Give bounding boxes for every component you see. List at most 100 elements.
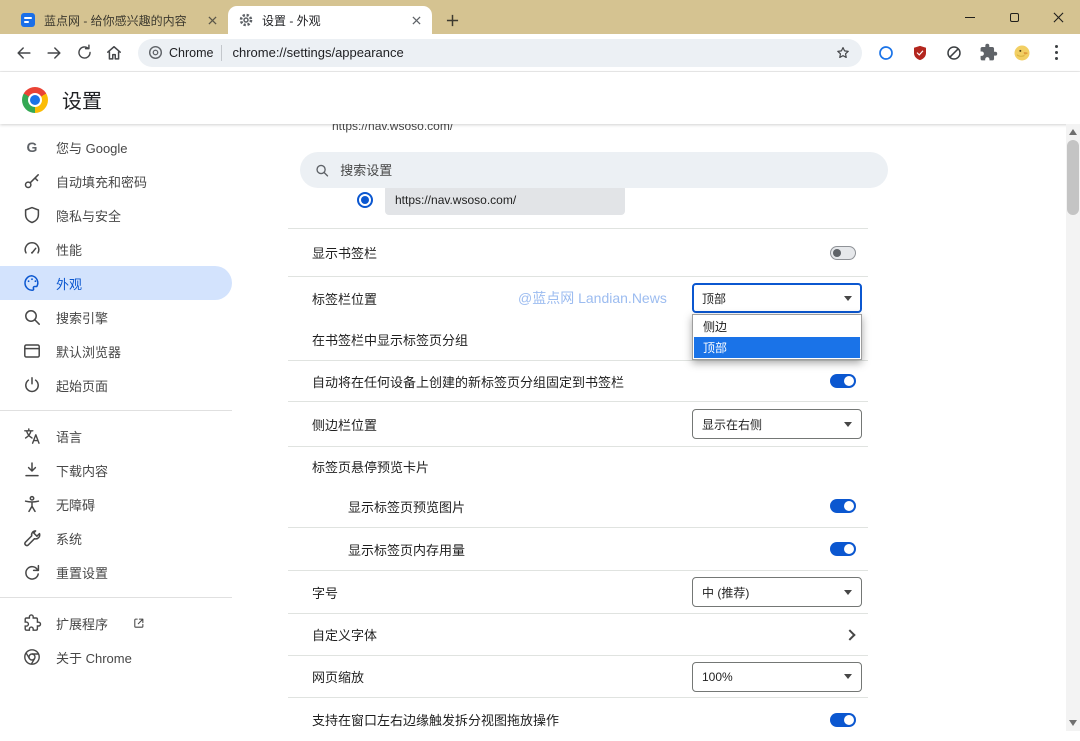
profile-avatar-duck[interactable] [1008, 39, 1036, 67]
memory-usage-toggle[interactable] [830, 542, 856, 556]
chevron-right-icon [844, 629, 855, 640]
settings-search[interactable] [300, 152, 888, 188]
sidebar-item-search-engine[interactable]: 搜索引擎 [0, 300, 232, 334]
sidebar-item-about-chrome[interactable]: 关于 Chrome [0, 640, 232, 674]
toolbar-extensions-area [872, 39, 1070, 67]
search-icon [314, 162, 330, 179]
sidebar-item-privacy[interactable]: 隐私与安全 [0, 198, 232, 232]
new-tab-button[interactable] [438, 6, 466, 34]
sidebar-item-label: 您与 Google [56, 138, 128, 157]
key-icon [22, 171, 42, 191]
radio-selected-icon[interactable] [357, 192, 373, 208]
sidebar-item-system[interactable]: 系统 [0, 521, 232, 555]
sidebar-item-label: 下载内容 [56, 461, 108, 480]
bookmarks-bar-toggle[interactable] [830, 246, 856, 260]
translate-icon [22, 426, 42, 446]
sidebar-item-appearance[interactable]: 外观 [0, 266, 232, 300]
chrome-outline-icon [22, 647, 42, 667]
row-preview-images: 显示标签页预览图片 [288, 485, 868, 527]
sidebar-item-label: 扩展程序 [56, 614, 108, 633]
row-tab-bar-position: 标签栏位置 顶部 侧边 顶部 [288, 277, 868, 319]
blocker-icon[interactable] [940, 39, 968, 67]
omnibox-separator [221, 45, 222, 61]
font-size-select[interactable]: 中 (推荐) [692, 577, 862, 607]
minimize-button[interactable] [948, 0, 992, 34]
chrome-chip-label: Chrome [169, 46, 213, 60]
tab-bar-position-dropdown: 侧边 顶部 [692, 314, 862, 360]
window-controls [948, 0, 1080, 34]
sidebar-item-label: 起始页面 [56, 376, 108, 395]
sidebar-item-label: 默认浏览器 [56, 342, 121, 361]
chevron-down-icon [844, 296, 852, 301]
chrome-logo-icon [22, 87, 48, 113]
sidebar-item-label: 性能 [56, 240, 82, 259]
scroll-down-arrow[interactable] [1069, 720, 1077, 726]
settings-sidebar: G 您与 Google 自动填充和密码 隐私与安全 性能 外观 搜索引擎 [0, 124, 260, 731]
side-panel-position-select[interactable]: 显示在右侧 [692, 409, 862, 439]
sidebar-item-label: 隐私与安全 [56, 206, 121, 225]
sidebar-item-label: 自动填充和密码 [56, 172, 147, 191]
google-g-icon: G [22, 137, 42, 157]
wrench-icon [22, 528, 42, 548]
sidebar-item-languages[interactable]: 语言 [0, 419, 232, 453]
row-custom-fonts[interactable]: 自定义字体 [288, 614, 868, 655]
home-icon[interactable] [100, 39, 128, 67]
tab-landian[interactable]: 蓝点网 - 给你感兴趣的内容 [10, 6, 228, 34]
scroll-up-arrow[interactable] [1069, 129, 1077, 135]
clipped-url-text: https://nav.wsoso.com/ [288, 124, 868, 136]
tab-settings[interactable]: 设置 - 外观 [228, 6, 432, 34]
url-text[interactable]: chrome://settings/appearance [232, 45, 834, 60]
extensions-puzzle-icon[interactable] [974, 39, 1002, 67]
dropdown-option-top[interactable]: 顶部 [694, 337, 860, 358]
chevron-down-icon [844, 674, 852, 679]
search-icon [22, 307, 42, 327]
back-icon[interactable] [10, 39, 38, 67]
settings-header: 设置 [0, 72, 1080, 124]
tab-bar-position-select[interactable]: 顶部 [692, 283, 862, 313]
sidebar-item-performance[interactable]: 性能 [0, 232, 232, 266]
refresh-icon[interactable] [70, 39, 98, 67]
bookmark-star-icon[interactable] [834, 44, 852, 62]
sidebar-item-on-startup[interactable]: 起始页面 [0, 368, 232, 402]
tab-close-icon[interactable] [204, 12, 220, 28]
circle-extension-icon[interactable] [872, 39, 900, 67]
page-title: 设置 [62, 85, 102, 114]
tab-close-icon[interactable] [408, 12, 424, 28]
homepage-url-field[interactable] [385, 185, 625, 215]
shield-icon [22, 205, 42, 225]
sidebar-item-extensions[interactable]: 扩展程序 [0, 606, 232, 640]
page-zoom-select[interactable]: 100% [692, 662, 862, 692]
row-font-size: 字号 中 (推荐) [288, 571, 868, 613]
preview-images-toggle[interactable] [830, 499, 856, 513]
sidebar-item-default-browser[interactable]: 默认浏览器 [0, 334, 232, 368]
sidebar-item-accessibility[interactable]: 无障碍 [0, 487, 232, 521]
split-view-toggle[interactable] [830, 713, 856, 727]
dropdown-option-side[interactable]: 侧边 [694, 316, 860, 337]
maximize-button[interactable] [992, 0, 1036, 34]
reset-icon [22, 562, 42, 582]
scrollbar-thumb[interactable] [1067, 140, 1079, 215]
landian-favicon [20, 12, 36, 28]
sidebar-item-downloads[interactable]: 下载内容 [0, 453, 232, 487]
settings-search-input[interactable] [340, 163, 874, 178]
menu-kebab-icon[interactable] [1042, 39, 1070, 67]
sidebar-divider [0, 597, 232, 598]
download-icon [22, 460, 42, 480]
page-scrollbar[interactable] [1066, 124, 1080, 731]
sidebar-item-label: 搜索引擎 [56, 308, 108, 327]
appearance-settings-panel: https://nav.wsoso.com/ 打开新的标签页 显示书签栏 标签栏… [288, 124, 868, 731]
close-button[interactable] [1036, 0, 1080, 34]
forward-icon[interactable] [40, 39, 68, 67]
row-side-panel-position: 侧边栏位置 显示在右侧 [288, 402, 868, 446]
sidebar-item-you-and-google[interactable]: G 您与 Google [0, 130, 232, 164]
address-bar[interactable]: Chrome chrome://settings/appearance [138, 39, 862, 67]
power-icon [22, 375, 42, 395]
puzzle-icon [22, 613, 42, 633]
chevron-down-icon [844, 590, 852, 595]
sidebar-item-label: 外观 [56, 274, 82, 293]
tab-title: 设置 - 外观 [262, 12, 400, 29]
auto-pin-toggle[interactable] [830, 374, 856, 388]
sidebar-item-reset[interactable]: 重置设置 [0, 555, 232, 589]
sidebar-item-autofill[interactable]: 自动填充和密码 [0, 164, 232, 198]
adguard-shield-icon[interactable] [906, 39, 934, 67]
